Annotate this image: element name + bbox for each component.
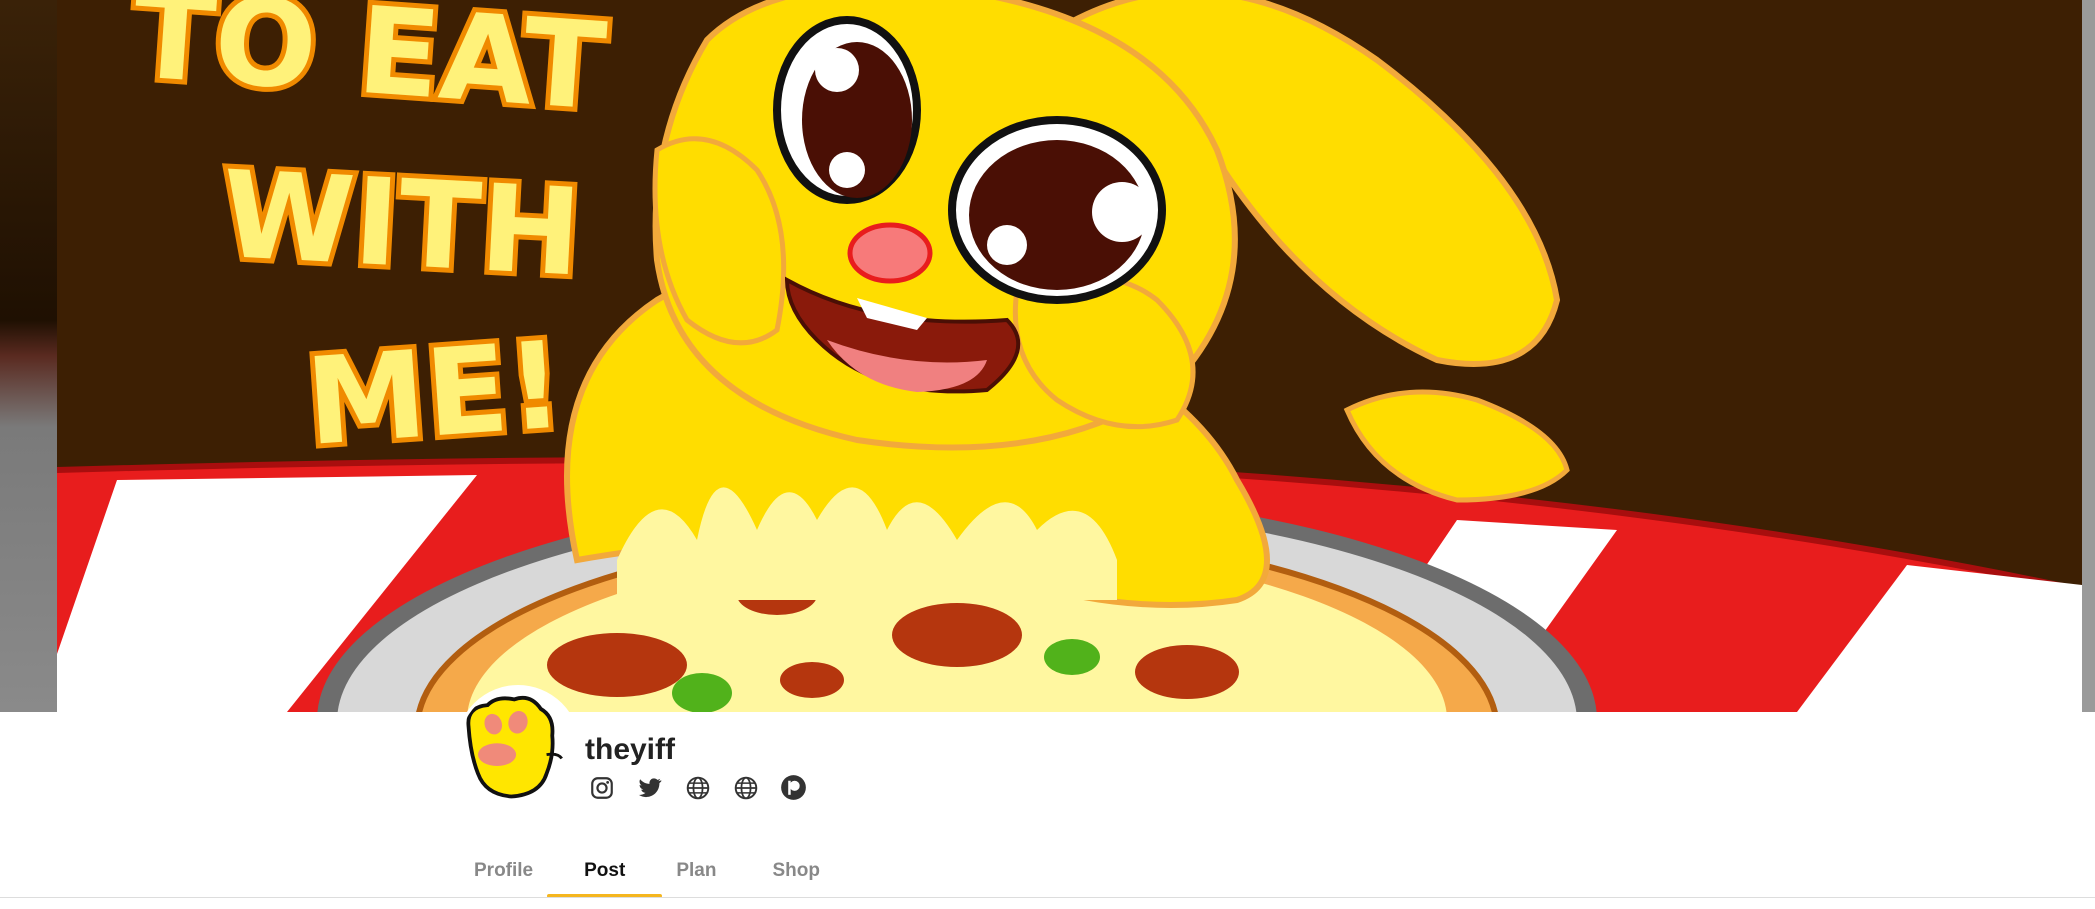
cover-banner: TO EAT WITH ME! <box>0 0 2095 712</box>
globe-icon[interactable] <box>683 773 712 802</box>
tab-shop[interactable]: Shop <box>758 845 834 897</box>
creator-name: theyiff <box>585 733 675 766</box>
profile-header <box>0 712 2095 909</box>
tab-plan[interactable]: Plan <box>662 845 758 897</box>
social-links <box>587 773 808 802</box>
tab-profile[interactable]: Profile <box>460 845 547 897</box>
patreon-icon[interactable] <box>779 773 808 802</box>
instagram-icon[interactable] <box>587 773 616 802</box>
banner-illustration: TO EAT WITH ME! <box>57 0 2082 712</box>
tab-divider <box>0 897 2095 898</box>
banner-headline-line-3: ME! <box>302 316 567 473</box>
globe-icon[interactable] <box>731 773 760 802</box>
yellow-paw-icon <box>466 695 563 799</box>
creator-avatar[interactable] <box>456 685 580 809</box>
twitter-icon[interactable] <box>635 773 664 802</box>
creator-page: TO EAT WITH ME! theyiff Profile Post Pla… <box>0 0 2095 909</box>
banner-side-left <box>0 0 57 712</box>
tab-post[interactable]: Post <box>547 845 663 898</box>
banner-headline-line-2: WITH <box>218 146 584 304</box>
banner-side-right <box>2082 0 2095 712</box>
creator-tabs: Profile Post Plan Shop <box>460 845 834 898</box>
